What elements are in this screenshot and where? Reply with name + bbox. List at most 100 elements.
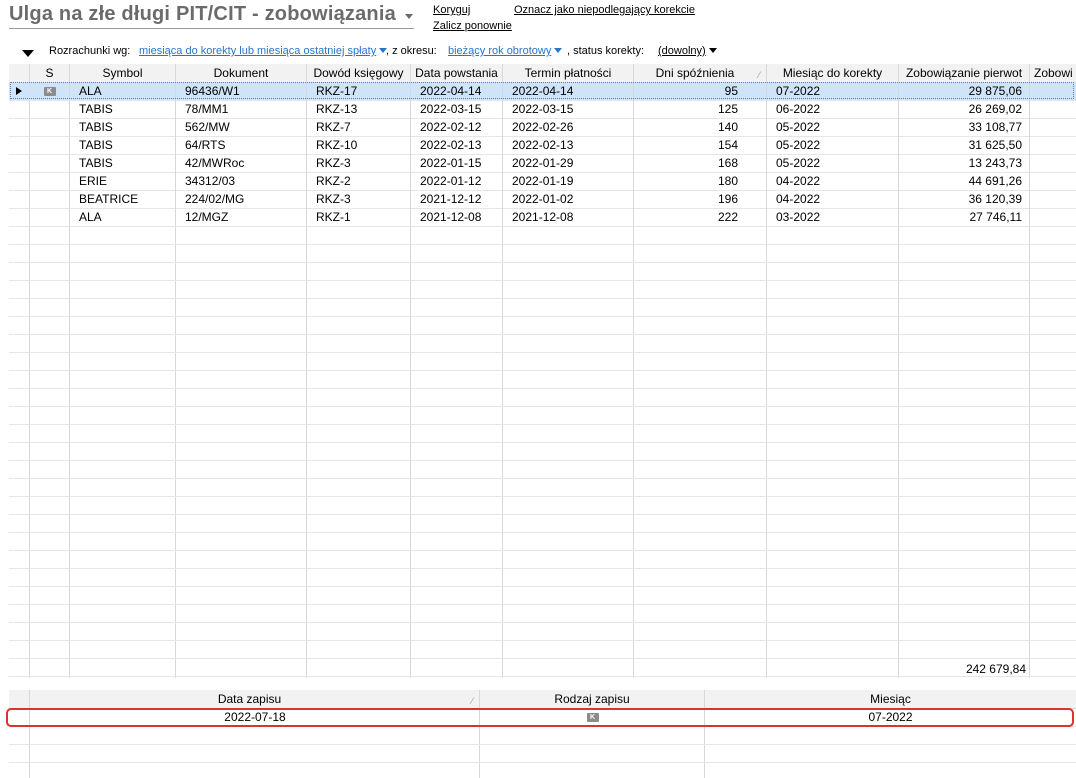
title-dropdown-icon[interactable] [405, 14, 413, 19]
cell-dni: 180 [634, 172, 767, 190]
detail-indicator-header [9, 690, 30, 708]
detail-col-line [479, 690, 480, 778]
zobowiazania-grid[interactable]: S Symbol Dokument Dowód księgowy Data po… [9, 64, 1076, 678]
cell-dokument: 12/MGZ [176, 208, 307, 226]
cell-zobowiazanie: 13 243,73 [899, 154, 1030, 172]
oznacz-niepodlegajacy-link[interactable]: Oznacz jako niepodlegający korekcie [514, 4, 695, 16]
table-row[interactable]: TABIS 42/MWRoc RKZ-3 2022-01-15 2022-01-… [9, 154, 1076, 172]
grid-row-line [9, 352, 1076, 353]
row-indicator-header [9, 64, 30, 82]
col-header-symbol[interactable]: Symbol [70, 64, 176, 82]
detail-row-line [9, 744, 1076, 745]
cell-zobowiazanie: 33 108,77 [899, 118, 1030, 136]
grid-row-line [9, 586, 1076, 587]
cell-dni: 125 [634, 100, 767, 118]
cell-termin: 2022-01-19 [503, 172, 634, 190]
grid-row-line [9, 532, 1076, 533]
table-row[interactable]: TABIS 562/MW RKZ-7 2022-02-12 2022-02-26… [9, 118, 1076, 136]
col-header-s[interactable]: S [30, 64, 70, 82]
detail-header: Data zapisu ⁄ Rodzaj zapisu Miesiąc [9, 690, 1076, 709]
col-header-data-zapisu[interactable]: Data zapisu ⁄ [30, 690, 480, 708]
col-header-zobowiazanie-2[interactable]: Zobowi [1030, 64, 1076, 82]
table-row[interactable]: ERIE 34312/03 RKZ-2 2022-01-12 2022-01-1… [9, 172, 1076, 190]
cell-dokument: 224/02/MG [176, 190, 307, 208]
grid-row-line [9, 388, 1076, 389]
col-header-dni[interactable]: Dni spóźnienia ⁄ [634, 64, 767, 82]
col-header-data-powstania[interactable]: Data powstania [411, 64, 503, 82]
cell-zobowiazanie: 31 625,50 [899, 136, 1030, 154]
cell-symbol: TABIS [70, 136, 176, 154]
cell-dowod: RKZ-1 [307, 208, 411, 226]
okres-label: , z okresu: [386, 45, 437, 57]
detail-row-line [9, 762, 1076, 763]
cell-dowod: RKZ-7 [307, 118, 411, 136]
table-row[interactable]: TABIS 78/MM1 RKZ-13 2022-03-15 2022-03-1… [9, 100, 1076, 118]
grid-row-line [9, 568, 1076, 569]
cell-dowod: RKZ-10 [307, 136, 411, 154]
col-header-zobowiazanie[interactable]: Zobowiązanie pierwot [899, 64, 1030, 82]
filter-collapse-icon[interactable] [22, 50, 34, 57]
cell-data-powstania: 2021-12-12 [411, 190, 503, 208]
cell-data-powstania: 2021-12-08 [411, 208, 503, 226]
grid-row-line [9, 370, 1076, 371]
table-row[interactable]: ALA 12/MGZ RKZ-1 2021-12-08 2021-12-08 2… [9, 208, 1076, 226]
grid-row-line [9, 262, 1076, 263]
cell-dowod: RKZ-3 [307, 190, 411, 208]
sort-ascending-icon: ⁄ [758, 70, 760, 80]
cell-symbol: TABIS [70, 154, 176, 172]
cell-data-powstania: 2022-01-15 [411, 154, 503, 172]
chevron-down-icon [708, 48, 717, 53]
cell-zobowiazanie: 44 691,26 [899, 172, 1030, 190]
table-row[interactable]: BEATRICE 224/02/MG RKZ-3 2021-12-12 2022… [9, 190, 1076, 208]
col-header-miesiac[interactable]: Miesiąc do korekty [767, 64, 899, 82]
cell-symbol: TABIS [70, 118, 176, 136]
cell-termin: 2022-03-15 [503, 100, 634, 118]
zapisy-grid[interactable]: Data zapisu ⁄ Rodzaj zapisu Miesiąc 2022-… [9, 690, 1076, 778]
koryguj-link[interactable]: Koryguj [433, 4, 470, 16]
col-header-data-zapisu-label: Data zapisu [217, 692, 282, 706]
grid-header: S Symbol Dokument Dowód księgowy Data po… [9, 64, 1076, 83]
grid-row-line [9, 514, 1076, 515]
status-dropdown[interactable]: (dowolny) [658, 45, 717, 57]
cell-dokument: 78/MM1 [176, 100, 307, 118]
cell-data-powstania: 2022-01-12 [411, 172, 503, 190]
row-focus-border [10, 82, 1074, 99]
table-row[interactable]: TABIS 64/RTS RKZ-10 2022-02-13 2022-02-1… [9, 136, 1076, 154]
cell-data-powstania: 2022-03-15 [411, 100, 503, 118]
okres-dropdown[interactable]: bieżący rok obrotowy [448, 45, 563, 57]
cell-miesiac: 04-2022 [767, 172, 899, 190]
cell-dni: 140 [634, 118, 767, 136]
col-header-dowod[interactable]: Dowód księgowy [307, 64, 411, 82]
grid-row-line [9, 424, 1076, 425]
cell-miesiac: 05-2022 [767, 154, 899, 172]
grid-row-line [9, 640, 1076, 641]
cell-dokument: 34312/03 [176, 172, 307, 190]
zalicz-ponownie-link[interactable]: Zalicz ponownie [433, 20, 512, 32]
total-zobowiazanie: 242 679,84 [965, 662, 1026, 676]
cell-termin: 2021-12-08 [503, 208, 634, 226]
grid-row-line [9, 280, 1076, 281]
col-header-rodzaj-zapisu[interactable]: Rodzaj zapisu [480, 690, 705, 708]
col-header-dni-label: Dni spóźnienia [655, 66, 735, 80]
col-header-dokument[interactable]: Dokument [176, 64, 307, 82]
cell-symbol: ERIE [70, 172, 176, 190]
cell-dokument: 64/RTS [176, 136, 307, 154]
cell-data-powstania: 2022-02-12 [411, 118, 503, 136]
grid-row-line [9, 334, 1076, 335]
title-divider [9, 28, 414, 29]
grid-row-line [9, 658, 1076, 659]
page-title: Ulga na złe długi PIT/CIT - zobowiązania [9, 3, 396, 25]
grid-row-line [9, 406, 1076, 407]
col-header-termin[interactable]: Termin płatności [503, 64, 634, 82]
okres-value: bieżący rok obrotowy [448, 45, 552, 57]
cell-symbol: ALA [70, 208, 176, 226]
cell-symbol: BEATRICE [70, 190, 176, 208]
cell-dowod: RKZ-13 [307, 100, 411, 118]
cell-dni: 154 [634, 136, 767, 154]
rozrachunki-dropdown[interactable]: miesiąca do korekty lub miesiąca ostatni… [139, 45, 388, 57]
cell-zobowiazanie: 27 746,11 [899, 208, 1030, 226]
cell-miesiac: 05-2022 [767, 118, 899, 136]
grid-row-line [9, 622, 1076, 623]
cell-termin: 2022-01-02 [503, 190, 634, 208]
col-header-miesiac-zapisu[interactable]: Miesiąc [705, 690, 1076, 708]
